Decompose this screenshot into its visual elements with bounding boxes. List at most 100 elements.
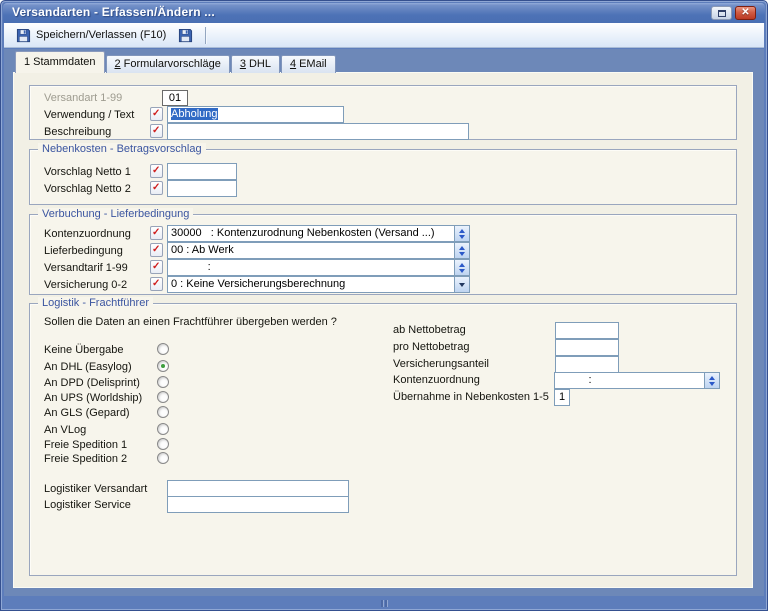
save-exit-label: Speichern/Verlassen (F10) bbox=[36, 29, 166, 41]
versicherungsanteil-input[interactable] bbox=[555, 356, 619, 373]
resize-grip[interactable] bbox=[381, 600, 387, 607]
logistiker-versandart-label: Logistiker Versandart bbox=[44, 483, 147, 495]
radio-row-spedition1: Freie Spedition 1 bbox=[44, 439, 264, 453]
check-icon[interactable] bbox=[150, 181, 163, 195]
netto2-input[interactable] bbox=[167, 180, 237, 197]
dialog-client-area: 1Stammdaten 2Formularvorschläge 3DHL 4EM… bbox=[4, 49, 764, 596]
radio-row-gls: An GLS (Gepard) bbox=[44, 407, 264, 421]
kontenzuordnung-combo[interactable]: 30000 : Kontenzurodnung Nebenkosten (Ver… bbox=[167, 225, 470, 242]
logistiker-service-label: Logistiker Service bbox=[44, 499, 131, 511]
section-logistik: Logistik - Frachtführer Sollen die Daten… bbox=[29, 303, 737, 576]
check-icon[interactable] bbox=[150, 243, 163, 257]
radio-label: An UPS (Worldship) bbox=[44, 392, 142, 404]
toolbar: Speichern/Verlassen (F10) bbox=[4, 23, 764, 48]
pro-nettobetrag-label: pro Nettobetrag bbox=[393, 341, 469, 353]
radio-label: Freie Spedition 1 bbox=[44, 439, 127, 451]
verwendung-label: Verwendung / Text bbox=[44, 109, 134, 121]
radio-label: An GLS (Gepard) bbox=[44, 407, 130, 419]
restore-icon bbox=[718, 10, 726, 17]
lieferbedingung-label: Lieferbedingung bbox=[44, 245, 123, 257]
frachtfuehrer-question: Sollen die Daten an einen Frachtführer ü… bbox=[44, 316, 337, 328]
netto1-label: Vorschlag Netto 1 bbox=[44, 166, 131, 178]
uebernahme-input[interactable]: 1 bbox=[554, 389, 570, 406]
radio-button[interactable] bbox=[157, 360, 169, 372]
save-icon bbox=[178, 28, 193, 43]
tab-label: Stammdaten bbox=[33, 56, 95, 68]
check-icon[interactable] bbox=[150, 164, 163, 178]
check-icon[interactable] bbox=[150, 277, 163, 291]
tab-label: DHL bbox=[249, 58, 271, 70]
spinner-icon[interactable] bbox=[454, 226, 469, 241]
beschreibung-input[interactable] bbox=[167, 123, 469, 140]
radio-button[interactable] bbox=[157, 343, 169, 355]
section-verbuchung: Verbuchung - Lieferbedingung Kontenzuord… bbox=[29, 214, 737, 295]
verwendung-input[interactable]: Abholung bbox=[167, 106, 344, 123]
radio-button[interactable] bbox=[157, 376, 169, 388]
ab-nettobetrag-label: ab Nettobetrag bbox=[393, 324, 466, 336]
radio-button[interactable] bbox=[157, 452, 169, 464]
spinner-icon[interactable] bbox=[454, 243, 469, 258]
radio-button[interactable] bbox=[157, 406, 169, 418]
tab-email[interactable]: 4EMail bbox=[281, 55, 336, 73]
combo-value: 0 : Keine Versicherungsberechnung bbox=[171, 277, 452, 292]
spinner-icon[interactable] bbox=[704, 373, 719, 388]
tab-number: 1 bbox=[24, 56, 30, 68]
check-icon[interactable] bbox=[150, 226, 163, 240]
combo-value: 00 : Ab Werk bbox=[171, 243, 452, 258]
restore-button[interactable] bbox=[711, 6, 732, 20]
radio-label: An DPD (Delisprint) bbox=[44, 377, 140, 389]
pro-nettobetrag-input[interactable] bbox=[555, 339, 619, 356]
radio-row-vlog: An VLog bbox=[44, 424, 264, 438]
close-button[interactable]: ✕ bbox=[735, 6, 756, 20]
radio-row-ups: An UPS (Worldship) bbox=[44, 392, 264, 406]
radio-row-dpd: An DPD (Delisprint) bbox=[44, 377, 264, 391]
save-icon bbox=[16, 28, 31, 43]
toolbar-separator bbox=[205, 27, 206, 44]
radio-button[interactable] bbox=[157, 391, 169, 403]
radio-row-dhl: An DHL (Easylog) bbox=[44, 361, 264, 375]
radio-row-keine-uebergabe: Keine Übergabe bbox=[44, 344, 264, 358]
close-icon: ✕ bbox=[741, 8, 749, 18]
tab-formularvorschlaege[interactable]: 2Formularvorschläge bbox=[106, 55, 230, 73]
versandtarif-label: Versandtarif 1-99 bbox=[44, 262, 128, 274]
kontenzuordnung-label: Kontenzuordnung bbox=[393, 374, 480, 386]
versicherungsanteil-label: Versicherungsanteil bbox=[393, 358, 489, 370]
section-nebenkosten: Nebenkosten - Betragsvorschlag Vorschlag… bbox=[29, 149, 737, 205]
netto1-input[interactable] bbox=[167, 163, 237, 180]
section-title: Logistik - Frachtführer bbox=[38, 297, 153, 309]
title-bar[interactable]: Versandarten - Erfassen/Ändern ... ✕ bbox=[3, 3, 765, 23]
radio-label: Freie Spedition 2 bbox=[44, 453, 127, 465]
lieferbedingung-combo[interactable]: 00 : Ab Werk bbox=[167, 242, 470, 259]
tab-stammdaten[interactable]: 1Stammdaten bbox=[15, 51, 105, 73]
combo-value: : bbox=[558, 373, 702, 388]
netto2-label: Vorschlag Netto 2 bbox=[44, 183, 131, 195]
versandtarif-combo[interactable]: : bbox=[167, 259, 470, 276]
radio-label: An VLog bbox=[44, 424, 86, 436]
save-exit-button[interactable]: Speichern/Verlassen (F10) bbox=[10, 25, 172, 46]
save-button[interactable] bbox=[172, 25, 199, 46]
radio-label: An DHL (Easylog) bbox=[44, 361, 132, 373]
check-icon[interactable] bbox=[150, 260, 163, 274]
radio-button[interactable] bbox=[157, 423, 169, 435]
versandart-value: 01 bbox=[162, 90, 188, 106]
tab-strip: 1Stammdaten 2Formularvorschläge 3DHL 4EM… bbox=[15, 51, 337, 73]
logistiker-service-input[interactable] bbox=[167, 496, 349, 513]
tab-label: EMail bbox=[299, 58, 327, 70]
logistiker-versandart-input[interactable] bbox=[167, 480, 349, 497]
kontenzuordnung-combo[interactable]: : bbox=[554, 372, 720, 389]
check-icon[interactable] bbox=[150, 107, 163, 121]
versicherung-combo[interactable]: 0 : Keine Versicherungsberechnung bbox=[167, 276, 470, 293]
selected-text: Abholung bbox=[171, 108, 218, 120]
kontenzuordnung-label: Kontenzuordnung bbox=[44, 228, 131, 240]
tab-dhl[interactable]: 3DHL bbox=[231, 55, 280, 73]
uebernahme-label: Übernahme in Nebenkosten 1-5 bbox=[393, 391, 549, 403]
chevron-down-icon[interactable] bbox=[454, 277, 469, 292]
check-icon[interactable] bbox=[150, 124, 163, 138]
ab-nettobetrag-input[interactable] bbox=[555, 322, 619, 339]
spinner-icon[interactable] bbox=[454, 260, 469, 275]
section-stammdaten: Versandart 1-99 01 Verwendung / Text Abh… bbox=[29, 85, 737, 140]
dialog-window: Versandarten - Erfassen/Ändern ... ✕ Spe… bbox=[0, 0, 768, 611]
radio-button[interactable] bbox=[157, 438, 169, 450]
window-title: Versandarten - Erfassen/Ändern ... bbox=[12, 5, 215, 19]
section-title: Verbuchung - Lieferbedingung bbox=[38, 208, 193, 220]
